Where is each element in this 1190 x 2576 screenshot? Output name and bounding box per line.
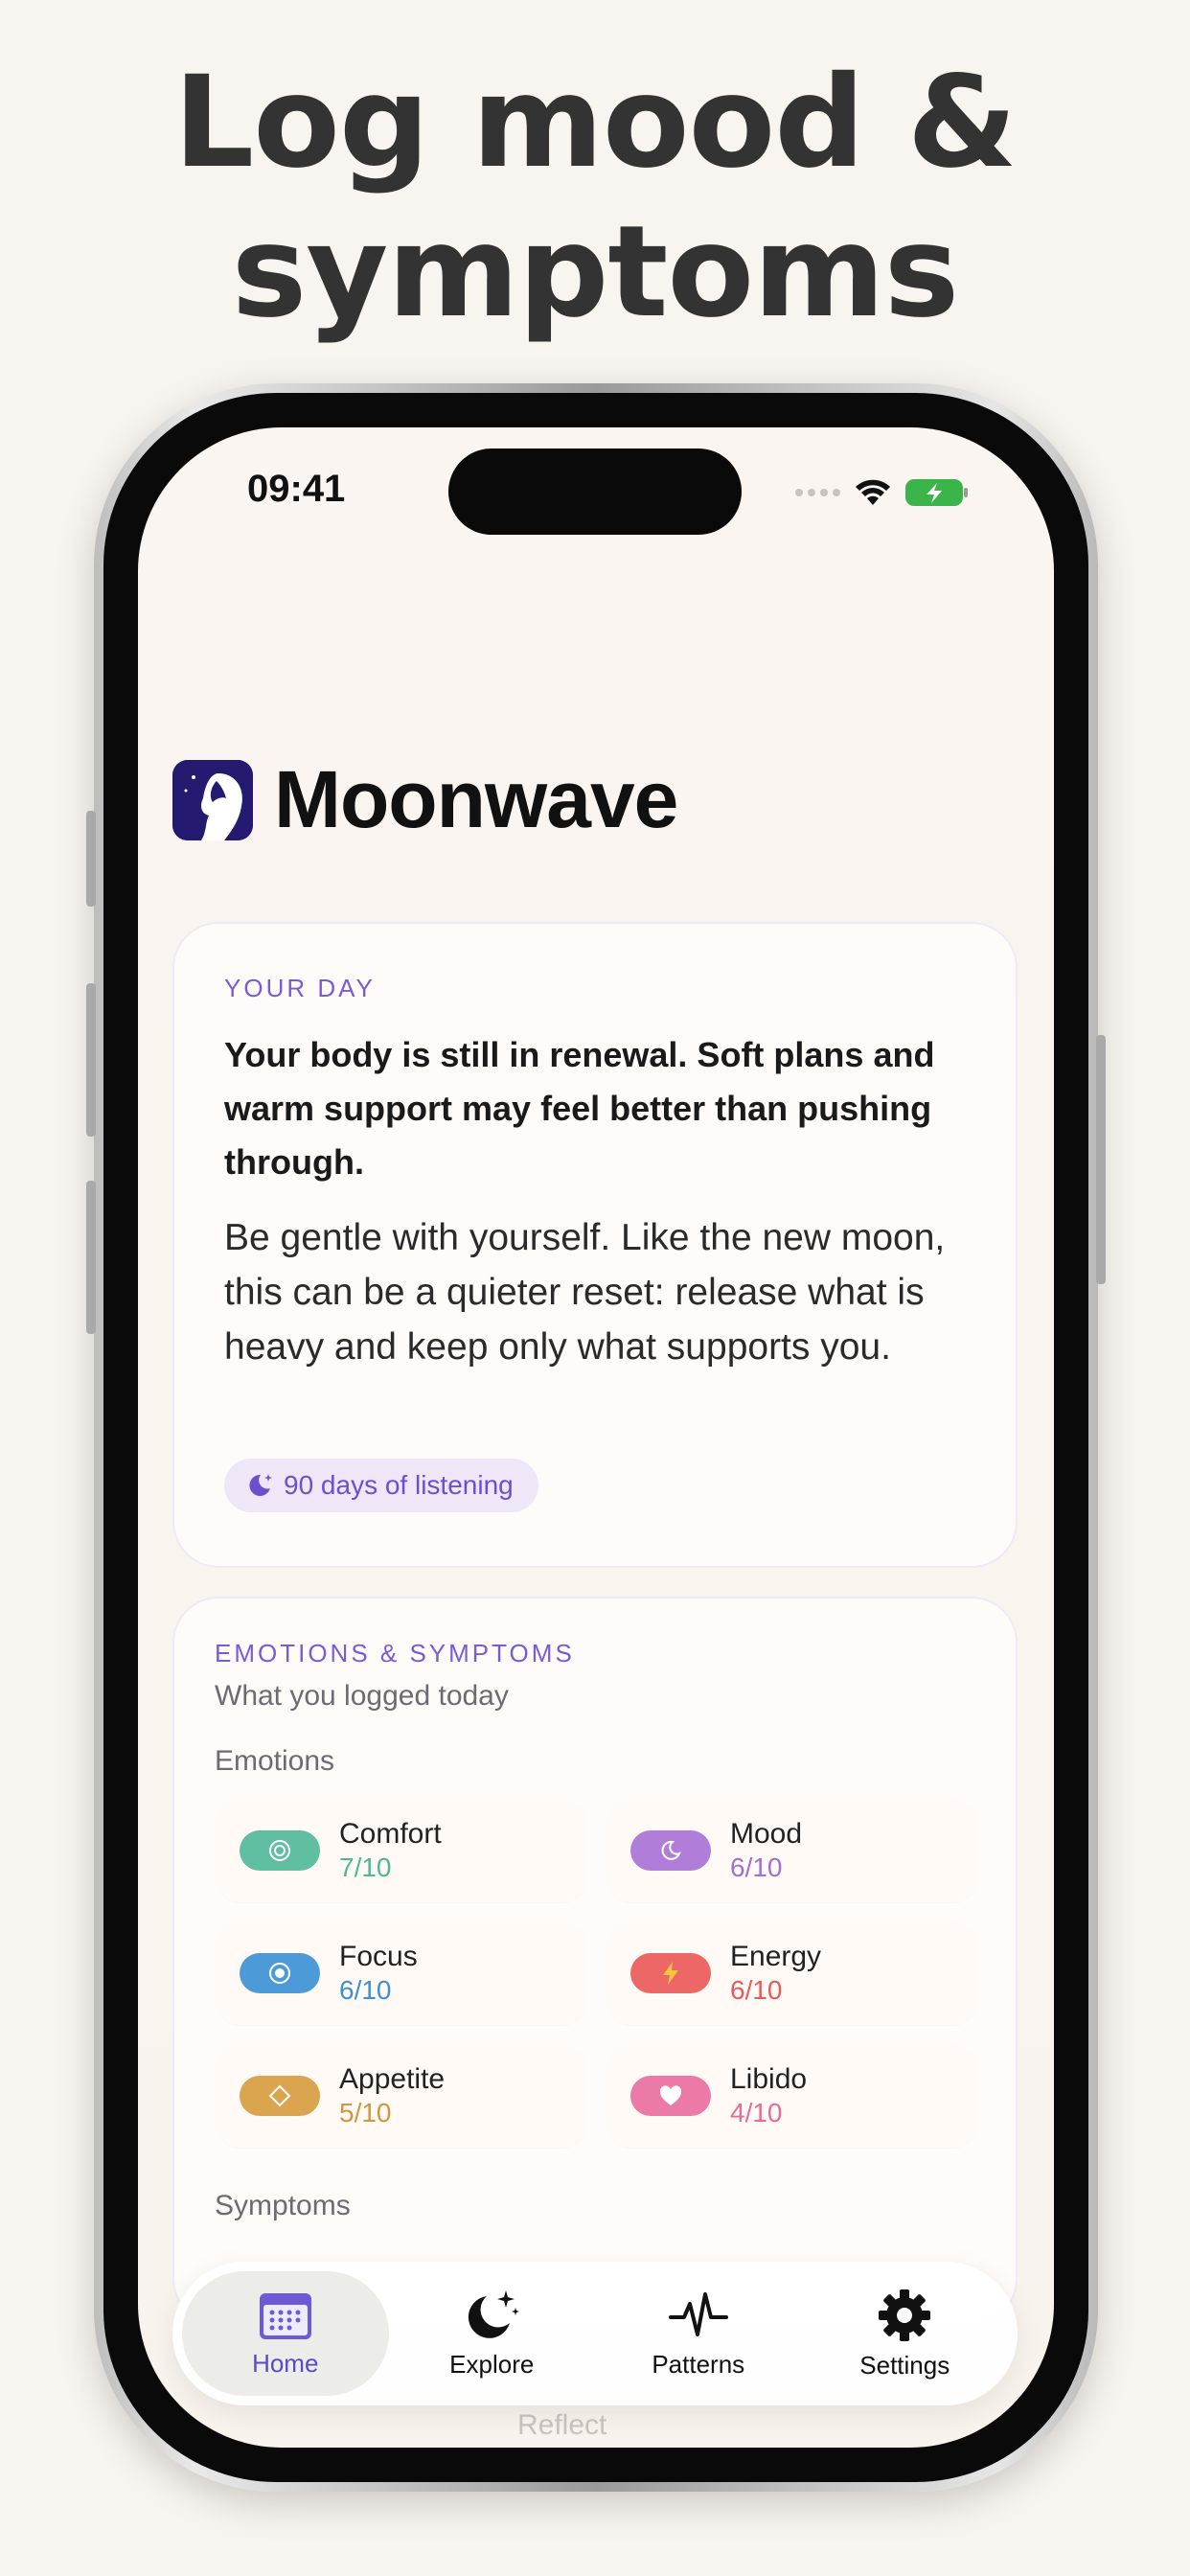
dynamic-island [448,448,742,535]
heart-icon [630,2076,711,2116]
emotion-name: Focus [339,1941,418,1972]
target-icon [240,1953,320,1993]
tab-label: Home [252,2348,319,2378]
emotion-item-appetite[interactable]: Appetite 5/10 [215,2044,588,2148]
your-day-card: YOUR DAY Your body is still in renewal. … [172,922,1018,1568]
emotion-score: 6/10 [730,1975,783,2005]
your-day-kicker: YOUR DAY [224,974,376,1002]
gear-icon [879,2288,931,2341]
volume-up-button [86,983,96,1137]
signal-icon [795,489,840,496]
emotion-name: Mood [730,1818,803,1850]
emotion-name: Libido [730,2063,808,2095]
emotion-item-libido[interactable]: Libido 4/10 [606,2044,979,2148]
emotion-score: 6/10 [730,1852,783,1882]
phone-bezel: 09:41 Moonwave YOUR DAY Your body is sti… [103,393,1088,2482]
tab-bar: Home Explore Patterns Settings [172,2262,1018,2405]
pulse-icon [668,2291,728,2336]
emotions-grid: Comfort 7/10 Mood 6/10 Focus 6/10 Energy… [215,1799,979,2148]
tab-explore[interactable]: Explore [389,2271,596,2396]
your-day-headline: Your body is still in renewal. Soft plan… [224,1035,935,1182]
action-button [86,811,96,907]
emotion-score: 4/10 [730,2098,783,2128]
status-time: 09:41 [247,468,346,510]
emotion-score: 5/10 [339,2098,392,2128]
tab-patterns[interactable]: Patterns [595,2271,802,2396]
emotion-name: Comfort [339,1818,442,1850]
emotion-item-energy[interactable]: Energy 6/10 [606,1921,979,2025]
emotion-score: 6/10 [339,1975,392,2005]
emotion-item-comfort[interactable]: Comfort 7/10 [215,1799,588,1902]
your-day-body: Be gentle with yourself. Like the new mo… [224,1217,946,1368]
emotion-score: 7/10 [339,1852,392,1882]
tab-home[interactable]: Home [182,2271,389,2396]
diamond-icon [240,2076,320,2116]
tab-label: Patterns [652,2349,745,2379]
headline-line-2: symptoms [231,198,960,346]
symptoms-section-label: Symptoms [215,2190,351,2221]
wifi-icon [856,479,890,505]
emotion-item-mood[interactable]: Mood 6/10 [606,1799,979,1902]
emotions-symptoms-card: EMOTIONS & SYMPTOMS What you logged toda… [172,1597,1018,2325]
marketing-headline: Log mood & symptoms [0,48,1190,347]
emotions-kicker: EMOTIONS & SYMPTOMS [215,1639,575,1668]
calendar-icon [259,2292,311,2339]
listening-badge-text: 90 days of listening [284,1470,514,1500]
emotions-section-label: Emotions [215,1745,335,1777]
battery-charging-icon [905,479,968,506]
headline-line-1: Log mood & [173,49,1018,196]
phone-screen: 09:41 Moonwave YOUR DAY Your body is sti… [138,427,1054,2448]
app-header: Moonwave [172,753,678,846]
moon-icon [630,1830,711,1871]
bolt-icon [630,1953,711,1993]
phone-frame: 09:41 Moonwave YOUR DAY Your body is sti… [86,383,1106,2492]
tab-settings[interactable]: Settings [802,2271,1009,2396]
reflect-ghost-label: Reflect [517,2409,607,2441]
moon-sparkle-icon [249,1474,272,1496]
tab-label: Explore [449,2349,535,2379]
app-logo [172,759,253,840]
emotions-subtitle: What you logged today [215,1680,509,1712]
ring-icon [240,1830,320,1871]
emotion-name: Energy [730,1941,822,1972]
emotion-item-focus[interactable]: Focus 6/10 [215,1921,588,2025]
listening-badge: 90 days of listening [224,1459,538,1512]
app-name: Moonwave [274,754,678,844]
emotion-name: Appetite [339,2063,446,2095]
status-icons [795,473,969,512]
tab-label: Settings [859,2350,950,2380]
power-button [1096,1035,1106,1284]
moon-stars-icon [469,2289,520,2338]
volume-down-button [86,1181,96,1334]
